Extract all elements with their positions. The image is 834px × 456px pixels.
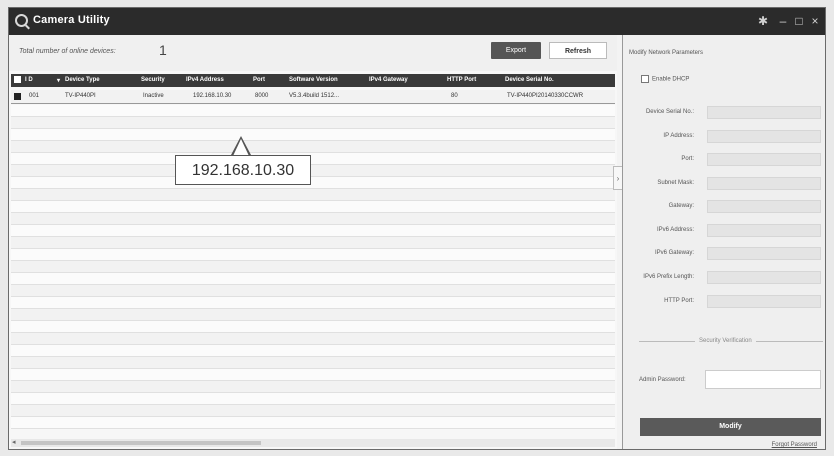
col-security[interactable]: Security — [141, 77, 165, 83]
http-port-field[interactable] — [707, 295, 821, 308]
select-all-checkbox[interactable] — [14, 76, 21, 83]
row-checkbox[interactable] — [14, 93, 21, 100]
close-icon[interactable]: × — [807, 13, 823, 29]
label-port: Port: — [681, 156, 694, 162]
forgot-password-link[interactable]: Forgot Password — [772, 442, 817, 448]
label-ip-address: IP Address: — [663, 133, 694, 139]
col-sort-icon: ▾ — [57, 78, 61, 84]
panel-header: Modify Network Parameters — [629, 50, 704, 56]
refresh-button[interactable]: Refresh — [549, 42, 607, 59]
settings-icon[interactable]: ✱ — [755, 13, 771, 29]
title-bar: Camera Utility ✱ – □ × — [9, 8, 825, 35]
gateway-field[interactable] — [707, 200, 821, 213]
col-ipv4-gateway[interactable]: IPv4 Gateway — [369, 77, 408, 83]
label-http-port: HTTP Port: — [664, 298, 694, 304]
enable-dhcp-checkbox[interactable]: Enable DHCP — [641, 75, 689, 83]
scrollbar-thumb[interactable] — [21, 441, 261, 445]
ipv6-address-field[interactable] — [707, 224, 821, 237]
empty-table-rows — [11, 105, 615, 433]
horizontal-scrollbar[interactable]: ◂ — [11, 439, 615, 447]
col-software-version[interactable]: Software Version — [289, 77, 338, 83]
label-subnet-mask: Subnet Mask: — [657, 180, 694, 186]
export-button[interactable]: Export — [491, 42, 541, 59]
label-ipv6-prefix-length: IPv6 Prefix Length: — [643, 274, 694, 280]
subnet-mask-field[interactable] — [707, 177, 821, 190]
ipv6-prefix-length-field[interactable] — [707, 271, 821, 284]
col-port[interactable]: Port — [253, 77, 265, 83]
modify-button[interactable]: Modify — [640, 418, 821, 436]
col-device-type[interactable]: Device Type — [65, 77, 100, 83]
col-id[interactable]: I D — [25, 77, 33, 83]
col-http-port[interactable]: HTTP Port — [447, 77, 476, 83]
maximize-icon[interactable]: □ — [791, 13, 807, 29]
device-list-pane: Total number of online devices: 1 Export… — [9, 35, 623, 449]
online-devices-label: Total number of online devices: — [19, 48, 116, 55]
camera-utility-window: Camera Utility ✱ – □ × Total number of o… — [8, 7, 826, 450]
label-ipv6-address: IPv6 Address: — [656, 227, 694, 233]
cell-software-version: V5.3.4build 1512... — [289, 93, 340, 99]
cell-ipv4-address: 192.168.10.30 — [193, 93, 232, 99]
admin-password-label: Admin Password: — [639, 377, 686, 383]
cell-port: 8000 — [255, 93, 269, 99]
col-device-serial[interactable]: Device Serial No. — [505, 77, 554, 83]
label-device-serial: Device Serial No.: — [645, 109, 694, 115]
table-row[interactable]: 001 TV-IP440PI Inactive 192.168.10.30 80… — [11, 90, 615, 104]
cell-security: Inactive — [143, 93, 164, 99]
device-table-header: I D ▾ Device Type Security IPv4 Address … — [11, 74, 615, 87]
network-parameters-panel: Modify Network Parameters Enable DHCP De… — [623, 35, 825, 449]
ip-address-callout: 192.168.10.30 — [175, 155, 311, 185]
online-devices-count: 1 — [159, 42, 167, 58]
minimize-icon[interactable]: – — [775, 13, 791, 29]
search-camera-logo-icon — [15, 14, 28, 27]
window-title: Camera Utility — [33, 14, 110, 26]
col-ipv4-address[interactable]: IPv4 Address — [186, 77, 224, 83]
security-verification-label: Security Verification — [695, 338, 756, 344]
scroll-left-icon[interactable]: ◂ — [12, 438, 16, 446]
cell-device-serial: TV-IP440PI20140330CCWR — [507, 93, 584, 99]
label-gateway: Gateway: — [668, 203, 694, 209]
dhcp-checkbox-icon[interactable] — [641, 75, 649, 83]
cell-http-port: 80 — [451, 93, 458, 99]
cell-device-type: TV-IP440PI — [65, 93, 96, 99]
admin-password-field[interactable] — [705, 370, 821, 389]
port-field[interactable] — [707, 153, 821, 166]
device-toolbar: Total number of online devices: 1 Export… — [9, 35, 617, 71]
label-ipv6-gateway: IPv6 Gateway: — [654, 250, 694, 256]
ipv6-gateway-field[interactable] — [707, 247, 821, 260]
ip-address-field[interactable] — [707, 130, 821, 143]
device-serial-field[interactable] — [707, 106, 821, 119]
cell-id: 001 — [29, 93, 40, 99]
